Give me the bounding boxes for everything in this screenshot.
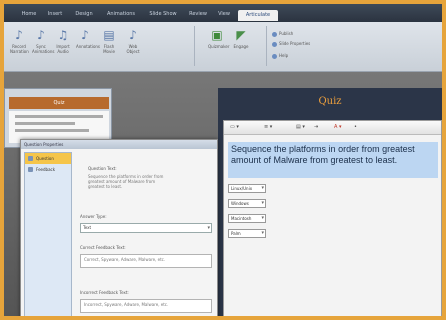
- slide-properties-label: Slide Properties: [279, 41, 311, 46]
- answer-label: Windows: [231, 201, 249, 206]
- sync-icon: ♪: [37, 28, 45, 42]
- indent-icon[interactable]: ⇥: [314, 124, 318, 130]
- publish-icon: [272, 31, 277, 37]
- annotations-button[interactable]: ♪ Annotations: [76, 28, 101, 49]
- answer-type-value: Text: [83, 225, 92, 230]
- import-audio-label: Import Audio: [56, 44, 70, 54]
- tab-insert[interactable]: Insert: [44, 9, 66, 20]
- quizmaker-label: Quizmaker: [208, 44, 230, 49]
- answer-option[interactable]: Palm ▾: [228, 229, 266, 238]
- quiz-toolbar: ▭ ▾ ≡ ▾ ▤ ▾ ⇥ A ▾ •: [224, 121, 441, 135]
- sync-animations-label: Sync Animations: [32, 44, 55, 54]
- feedback-icon: [28, 167, 33, 172]
- ribbon-tab-bar: Home Insert Design Animations Slide Show…: [4, 4, 442, 22]
- tab-animations[interactable]: Animations: [102, 9, 140, 20]
- font-color-icon[interactable]: A ▾: [334, 124, 342, 130]
- help-label: Help: [279, 53, 289, 58]
- record-narration-label: Record Narration: [10, 44, 29, 54]
- incorrect-feedback-field[interactable]: Incorrect, Spyware, Adware, Malware, etc…: [80, 299, 212, 313]
- quiz-icon: ▣: [211, 28, 223, 42]
- nav-item-label: Question: [36, 156, 54, 161]
- engage-label: Engage: [233, 44, 249, 49]
- chevron-down-icon: ▾: [207, 225, 210, 231]
- chevron-down-icon: ▾: [261, 215, 264, 221]
- flash-movie-button[interactable]: ▤ Flash Movie: [100, 28, 118, 54]
- chevron-down-icon: ▾: [261, 230, 264, 236]
- sync-animations-button[interactable]: ♪ Sync Animations: [32, 28, 55, 54]
- annotation-icon: ♪: [81, 28, 89, 42]
- quiz-editor-window: ▭ ▾ ≡ ▾ ▤ ▾ ⇥ A ▾ • Sequence the platfor…: [223, 120, 442, 318]
- annotations-label: Annotations: [76, 44, 101, 49]
- question-text-value[interactable]: Sequence the platforms in order from gre…: [88, 174, 168, 189]
- thumbnail-text-line: [15, 122, 75, 125]
- question-text-label: Question Text:: [88, 166, 117, 171]
- answer-option[interactable]: Macintosh ▾: [228, 214, 266, 223]
- nav-item-feedback[interactable]: Feedback: [25, 164, 71, 175]
- nav-item-question[interactable]: Question: [25, 153, 71, 164]
- tab-review[interactable]: Review: [186, 9, 210, 20]
- record-narration-button[interactable]: ♪ Record Narration: [10, 28, 29, 54]
- answer-label: Palm: [231, 231, 241, 236]
- incorrect-feedback-label: Incorrect Feedback Text:: [80, 290, 129, 295]
- quizmaker-button[interactable]: ▣ Quizmaker: [208, 28, 230, 49]
- publish-label: Publish: [279, 31, 294, 36]
- answer-label: Linux/Unix: [231, 186, 253, 191]
- dialog-nav: Question Feedback: [24, 152, 72, 318]
- correct-feedback-field[interactable]: Correct, Spyware, Adware, Malware, etc.: [80, 254, 212, 268]
- nav-item-label: Feedback: [36, 167, 56, 172]
- menu-icon[interactable]: ▭ ▾: [230, 124, 239, 130]
- answer-type-select[interactable]: Text ▾: [80, 223, 212, 233]
- import-audio-button[interactable]: ♫ Import Audio: [54, 28, 72, 54]
- answer-option[interactable]: Windows ▾: [228, 199, 266, 208]
- dialog-title: Question Properties: [21, 140, 217, 149]
- engage-button[interactable]: ◤ Engage: [232, 28, 250, 49]
- web-object-button[interactable]: ♪ Web Object: [124, 28, 142, 54]
- thumbnail-header: Quiz: [9, 97, 109, 109]
- tab-articulate[interactable]: Articulate: [238, 10, 278, 21]
- answer-option[interactable]: Linux/Unix ▾: [228, 184, 266, 193]
- align-icon[interactable]: ≡ ▾: [264, 124, 272, 130]
- question-icon: [28, 156, 33, 161]
- chevron-down-icon: ▾: [261, 185, 264, 191]
- quiz-question-text[interactable]: Sequence the platforms in order from gre…: [228, 142, 438, 178]
- web-object-label: Web Object: [126, 44, 140, 54]
- tab-view[interactable]: View: [214, 9, 234, 20]
- publish-button[interactable]: Publish: [272, 30, 293, 37]
- format-icon[interactable]: ▤ ▾: [296, 124, 305, 130]
- web-object-icon: ♪: [129, 28, 137, 42]
- tab-slide-show[interactable]: Slide Show: [144, 9, 182, 20]
- flash-movie-label: Flash Movie: [103, 44, 115, 54]
- chevron-down-icon: ▾: [261, 200, 264, 206]
- thumbnail-text-line: [15, 115, 103, 118]
- thumbnail-title: Quiz: [53, 100, 65, 106]
- narration-icon: ♪: [15, 28, 23, 42]
- bullet-icon[interactable]: •: [354, 124, 357, 130]
- help-button[interactable]: Help: [272, 52, 288, 59]
- slide-title: Quiz: [318, 96, 342, 107]
- ribbon-separator: [194, 26, 195, 66]
- thumbnail-text-line: [15, 129, 89, 132]
- flash-icon: ▤: [103, 28, 115, 42]
- properties-icon: [272, 41, 277, 47]
- tab-design[interactable]: Design: [72, 9, 96, 20]
- tab-home[interactable]: Home: [18, 9, 40, 20]
- import-icon: ♫: [57, 28, 69, 42]
- ribbon-separator: [266, 26, 267, 66]
- help-icon: [272, 53, 277, 59]
- correct-feedback-label: Correct Feedback Text:: [80, 245, 126, 250]
- ribbon: ♪ Record Narration ♪ Sync Animations ♫ I…: [4, 22, 442, 72]
- engage-icon: ◤: [236, 28, 246, 42]
- slide-properties-button[interactable]: Slide Properties: [272, 40, 310, 47]
- answer-label: Macintosh: [231, 216, 252, 221]
- answer-type-label: Answer Type:: [80, 214, 107, 219]
